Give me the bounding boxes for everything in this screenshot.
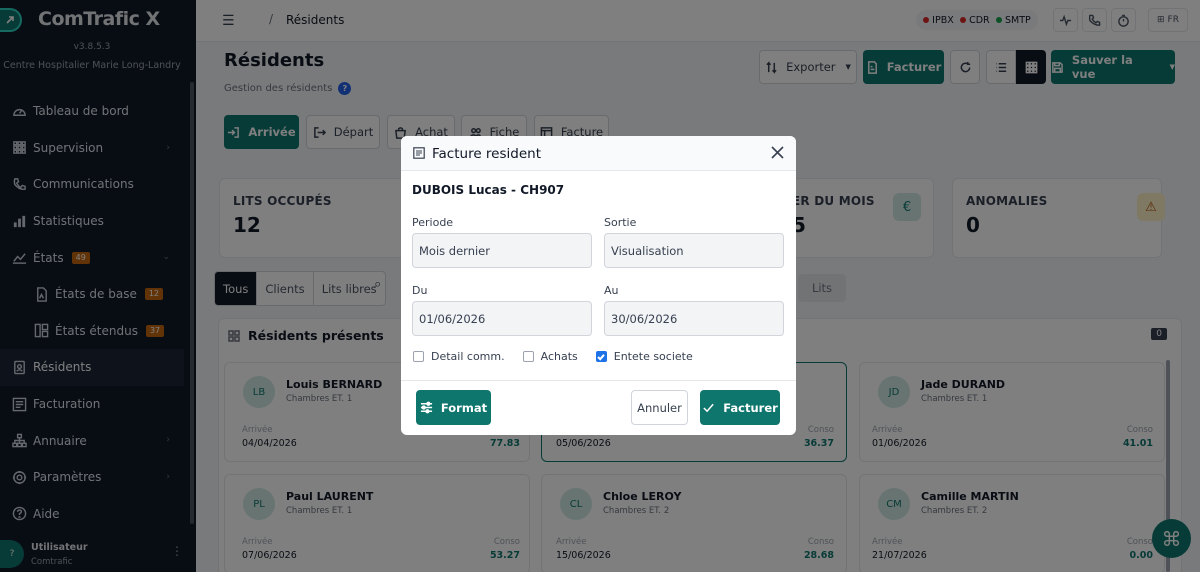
detail-comm-option[interactable]: Detail comm. xyxy=(413,350,505,363)
dialog-divider xyxy=(401,380,796,381)
cancel-button[interactable]: Annuler xyxy=(631,390,688,425)
check-icon xyxy=(597,353,606,361)
resident-identifier: DUBOIS Lucas - CH907 xyxy=(412,183,565,197)
dialog-header: Facture resident xyxy=(401,136,796,171)
sliders-icon xyxy=(420,401,432,414)
format-button[interactable]: Format xyxy=(416,390,491,425)
format-label: Format xyxy=(440,400,488,415)
period-label: Periode xyxy=(412,216,454,229)
to-date-input[interactable]: 30/06/2026 xyxy=(604,301,784,336)
entete-societe-option[interactable]: Entete societe xyxy=(595,350,693,363)
close-icon xyxy=(770,145,784,159)
invoice-icon xyxy=(413,147,425,159)
from-date-label: Du xyxy=(412,284,428,297)
from-date-input[interactable]: 01/06/2026 xyxy=(412,301,592,336)
to-date-label: Au xyxy=(604,284,619,297)
submit-label: Facturer xyxy=(723,400,778,415)
output-select[interactable]: Visualisation xyxy=(604,233,784,268)
checkbox-label: Achats xyxy=(540,350,578,363)
check-icon xyxy=(703,403,714,413)
detail-comm-checkbox[interactable] xyxy=(413,351,424,362)
entete-societe-checkbox[interactable] xyxy=(595,351,607,362)
close-button[interactable] xyxy=(768,143,786,161)
invoice-resident-dialog: Facture resident DUBOIS Lucas - CH907 Pe… xyxy=(401,136,796,435)
achats-option[interactable]: Achats xyxy=(522,350,578,363)
submit-invoice-button[interactable]: Facturer xyxy=(700,390,780,425)
dialog-title: Facture resident xyxy=(432,146,541,162)
output-label: Sortie xyxy=(604,216,637,229)
checkbox-label: Detail comm. xyxy=(431,350,505,363)
checkbox-label: Entete societe xyxy=(613,350,693,363)
options-row: Detail comm. Achats Entete societe xyxy=(413,350,711,363)
achats-checkbox[interactable] xyxy=(522,351,534,362)
period-select[interactable]: Mois dernier xyxy=(412,233,592,268)
